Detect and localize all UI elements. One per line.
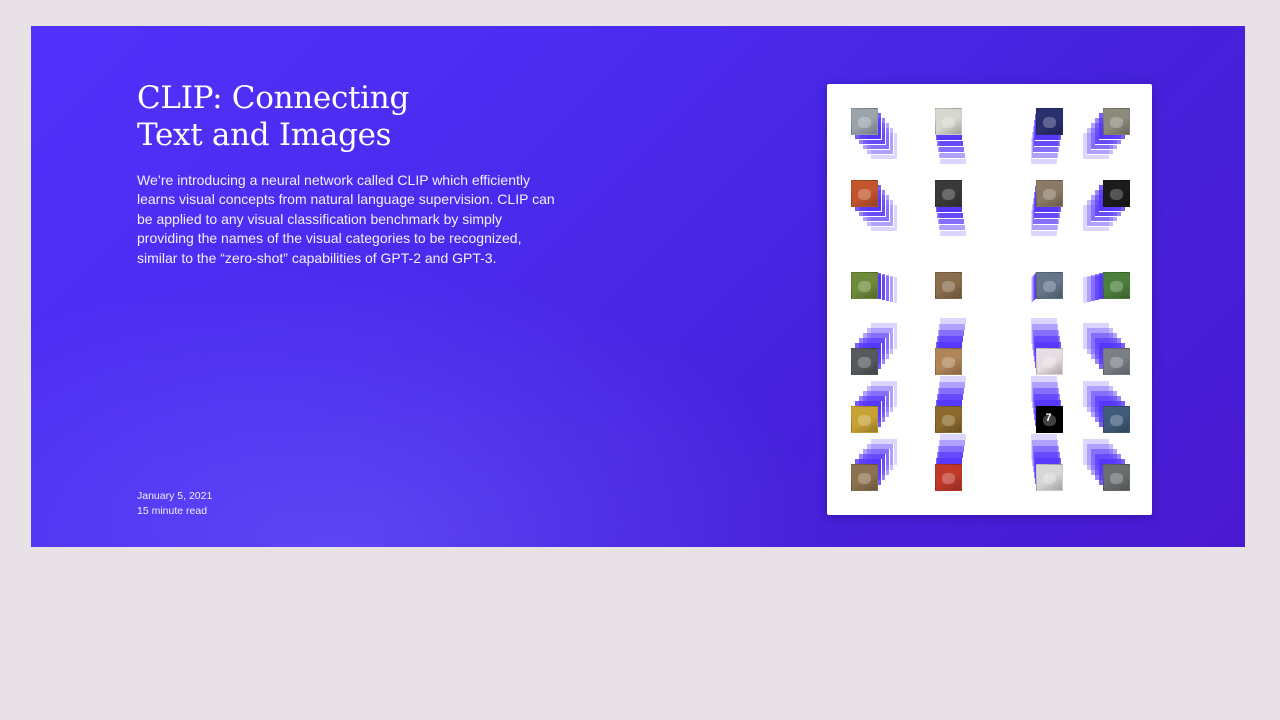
thumbnail-rock bbox=[851, 318, 899, 376]
photo-night-sky bbox=[1036, 108, 1063, 135]
photo-statue bbox=[1103, 108, 1130, 135]
photo-colorful-flags bbox=[935, 464, 962, 491]
read-time: 15 minute read bbox=[137, 505, 208, 517]
thumbnail-motorcycle bbox=[1081, 376, 1130, 434]
publish-date: January 5, 2021 bbox=[137, 490, 213, 502]
thumbnail-crowd bbox=[935, 376, 983, 434]
thumbnail-cat-fur bbox=[1014, 180, 1063, 238]
thumbnail-bottle bbox=[935, 180, 983, 238]
thumbnail-grid: 7 bbox=[827, 84, 1152, 515]
article-description: We’re introducing a neural network calle… bbox=[137, 172, 555, 266]
photo-flowers bbox=[1103, 272, 1130, 299]
thumbnail-airplane bbox=[851, 108, 899, 166]
photo-motorcycle bbox=[1103, 406, 1130, 433]
thumbnail-building bbox=[1014, 434, 1063, 492]
photo-wolf bbox=[935, 108, 962, 135]
thumbnail-wolf bbox=[935, 108, 983, 166]
photo-teddy-bear bbox=[935, 348, 962, 375]
thumbnail-teddy-bear bbox=[935, 318, 983, 376]
photo-face bbox=[1103, 180, 1130, 207]
thumbnail-hand bbox=[851, 434, 899, 492]
photo-crowd bbox=[935, 406, 962, 433]
thumbnail-statue bbox=[1081, 108, 1130, 166]
hero-banner: CLIP: Connecting Text and Images We’re i… bbox=[31, 26, 1245, 547]
photo-hand bbox=[851, 464, 878, 491]
photo-building bbox=[1036, 464, 1063, 491]
photo-cat-fur bbox=[1036, 180, 1063, 207]
thumbnail-texture bbox=[1014, 252, 1063, 310]
photo-bottle bbox=[935, 180, 962, 207]
thumbnail-face bbox=[1081, 180, 1130, 238]
photo-sketch bbox=[1036, 348, 1063, 375]
thumbnail-animal-outdoor bbox=[851, 252, 899, 310]
thumbnail-sketch bbox=[1014, 318, 1063, 376]
photo-animal-outdoor bbox=[851, 272, 878, 299]
photo-car bbox=[1103, 348, 1130, 375]
thumbnail-card: 7 bbox=[827, 84, 1152, 515]
photo-texture bbox=[1036, 272, 1063, 299]
thumbnail-vehicle bbox=[1081, 434, 1130, 492]
thumbnail-car bbox=[1081, 318, 1130, 376]
thumbnail-colorful-flags bbox=[935, 434, 983, 492]
article-meta: January 5, 2021 15 minute read bbox=[137, 489, 212, 519]
thumbnail-bird bbox=[851, 376, 899, 434]
thumbnail-horse-rider bbox=[935, 252, 983, 310]
title-line-2: Text and Images bbox=[137, 117, 392, 153]
photo-bird bbox=[851, 406, 878, 433]
photo-orange-object bbox=[851, 180, 878, 207]
photo-vehicle bbox=[1103, 464, 1130, 491]
title-line-1: CLIP: Connecting bbox=[137, 80, 410, 116]
photo-rock bbox=[851, 348, 878, 375]
thumbnail-flowers bbox=[1081, 252, 1130, 310]
photo-airplane bbox=[851, 108, 878, 135]
page-title: CLIP: Connecting Text and Images bbox=[137, 80, 457, 154]
digit-glyph: 7 bbox=[1045, 412, 1052, 424]
thumbnail-orange-object bbox=[851, 180, 899, 238]
thumbnail-mnist-digit: 7 bbox=[1014, 376, 1063, 434]
photo-horse-rider bbox=[935, 272, 962, 299]
thumbnail-night-sky bbox=[1014, 108, 1063, 166]
